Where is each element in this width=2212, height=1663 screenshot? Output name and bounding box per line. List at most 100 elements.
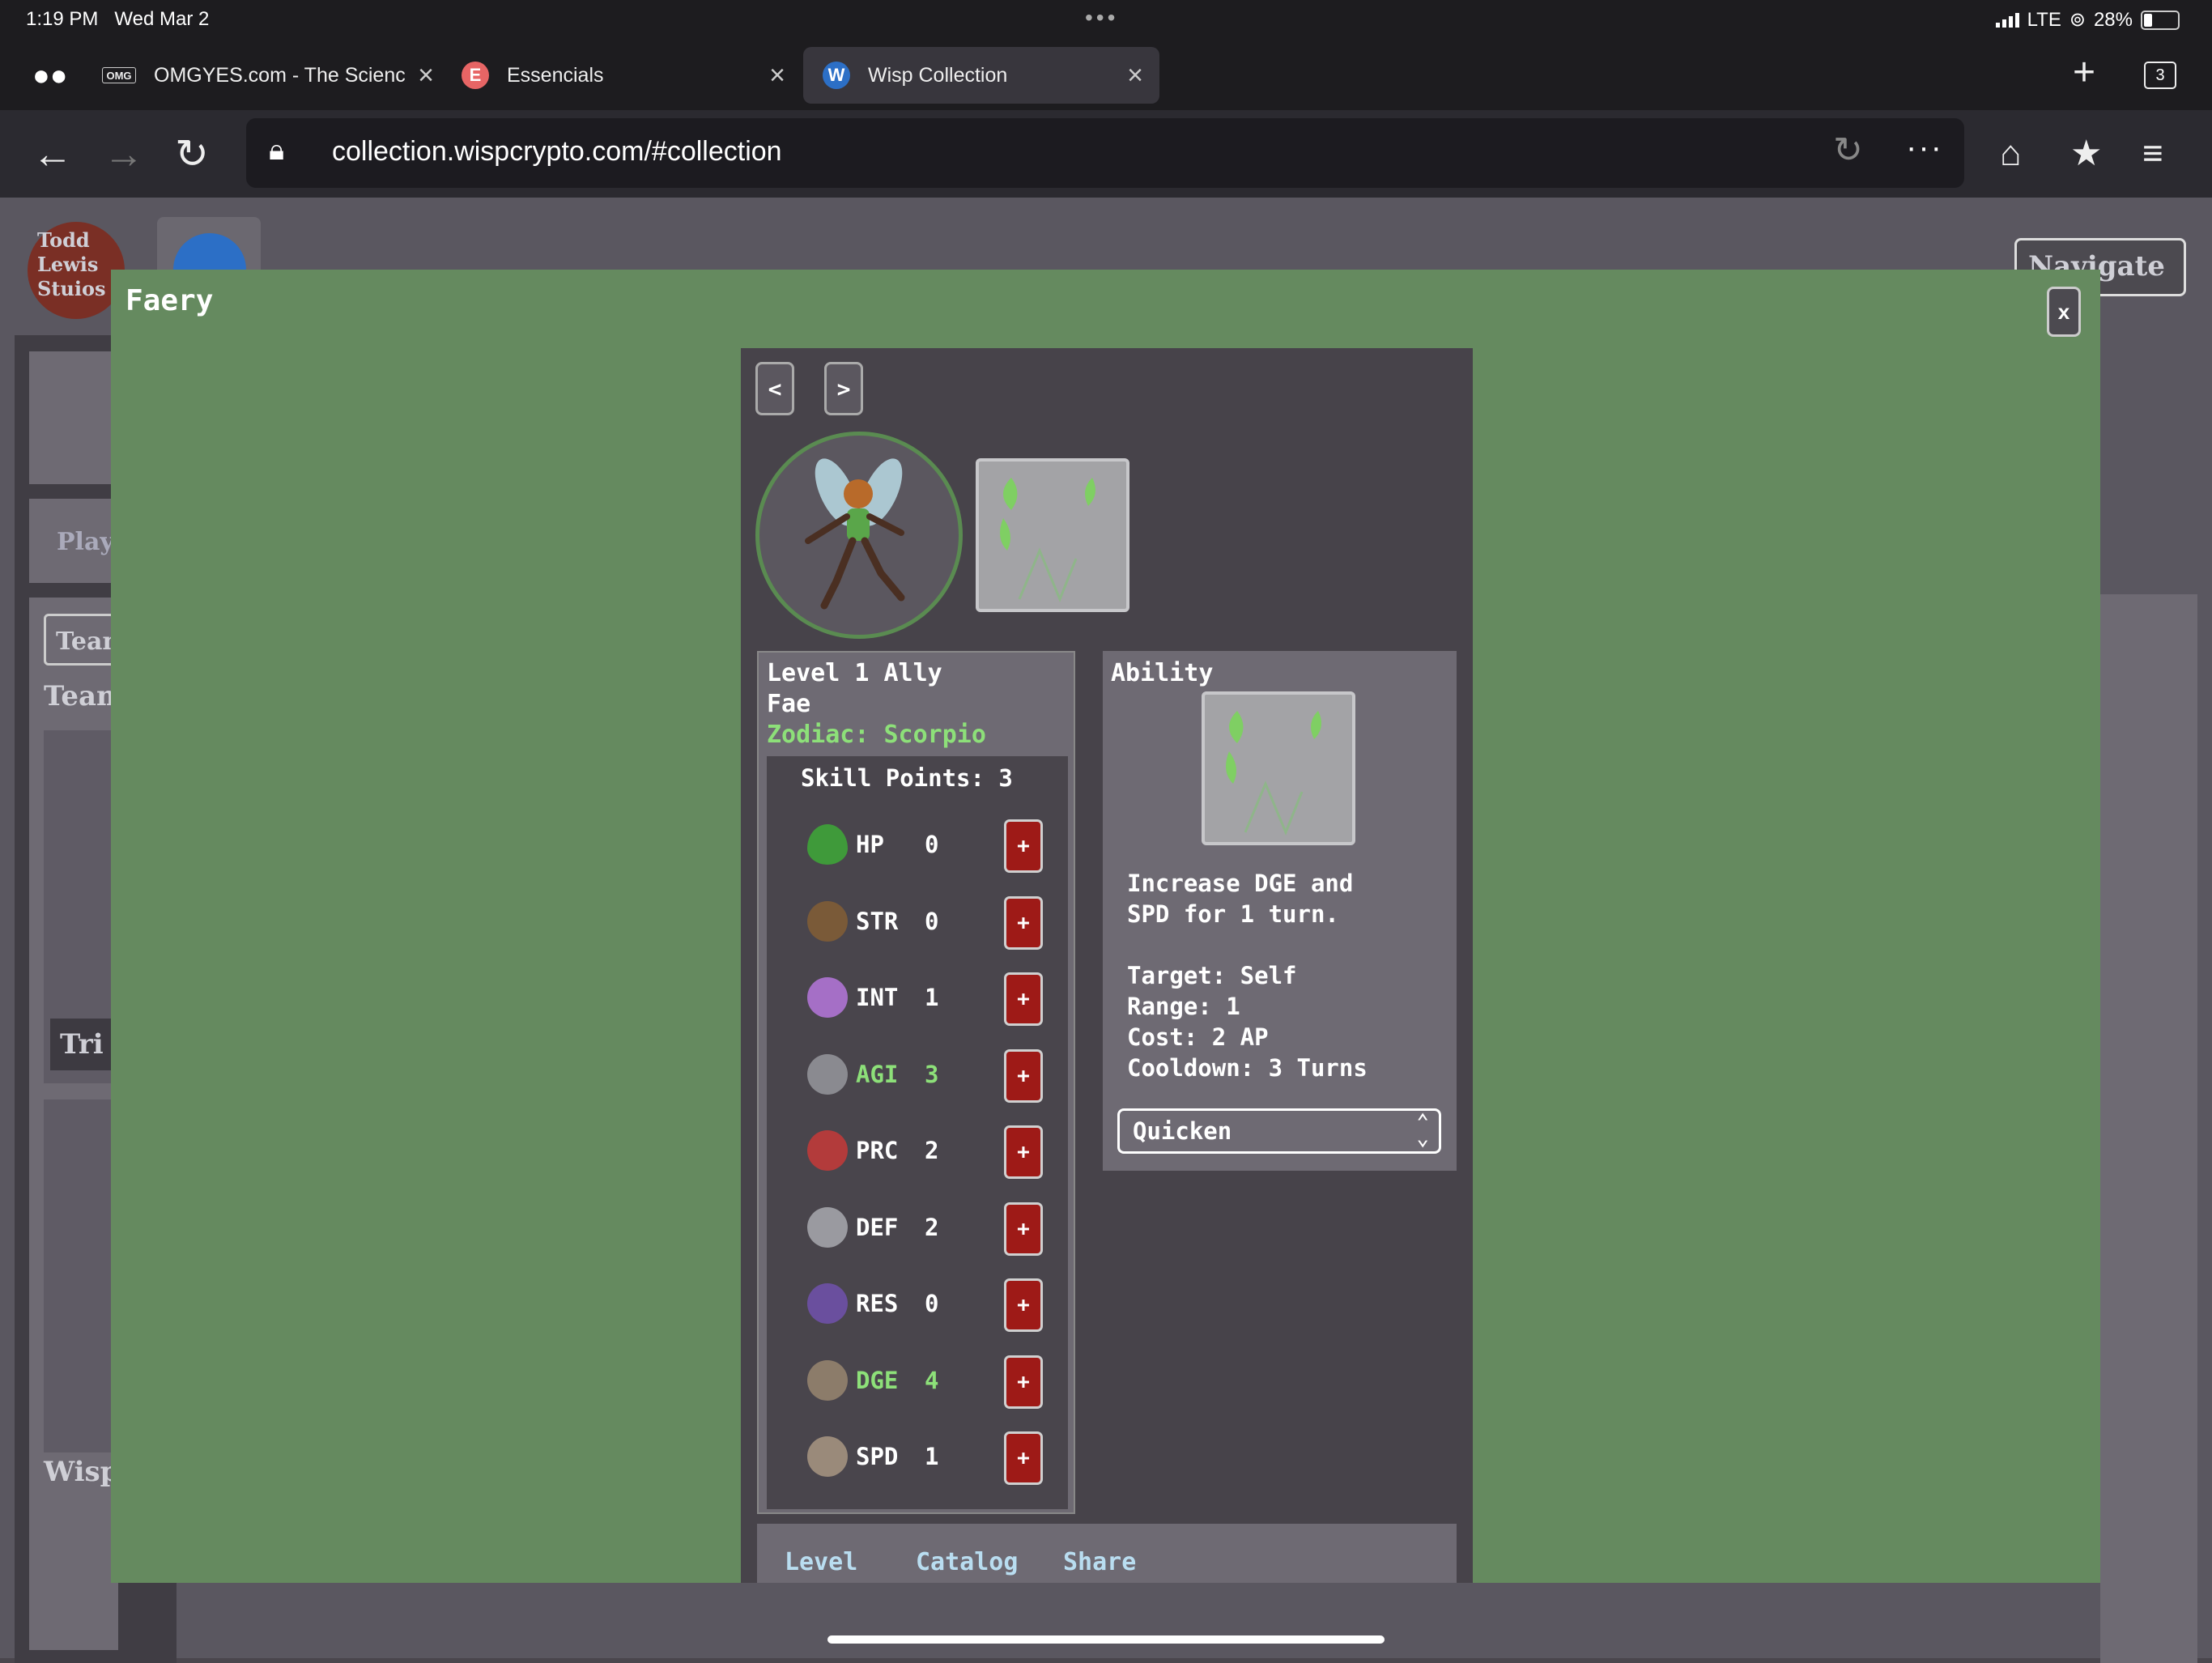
forward-arrow-icon[interactable]: → bbox=[104, 131, 144, 177]
stat-row-def: DEF 2 + bbox=[767, 1188, 1068, 1264]
stat-value: 2 bbox=[925, 1137, 939, 1164]
status-right: LTE ⊚ 28% bbox=[1995, 8, 2180, 32]
url-text: collection.wispcrypto.com/#collection bbox=[332, 136, 782, 167]
stat-row-res: RES 0 + bbox=[767, 1264, 1068, 1340]
stat-row-int: INT 1 + bbox=[767, 958, 1068, 1034]
stat-value: 1 bbox=[925, 1443, 939, 1470]
next-wisp-button[interactable]: > bbox=[824, 362, 863, 415]
stat-name: STR bbox=[856, 907, 899, 935]
prev-wisp-button[interactable]: < bbox=[755, 362, 794, 415]
close-tab-icon[interactable]: × bbox=[418, 60, 434, 91]
add-int-button[interactable]: + bbox=[1004, 972, 1043, 1026]
panel-tabs: Level Catalog Share bbox=[757, 1524, 1457, 1583]
lock-icon: 🔒︎ bbox=[269, 133, 285, 166]
reload-icon[interactable]: ↻ bbox=[175, 131, 209, 177]
tab-essencials[interactable]: E Essencials × bbox=[462, 47, 785, 104]
int-brain-icon bbox=[807, 977, 848, 1018]
spd-boot-icon bbox=[807, 1436, 848, 1477]
ability-desc-2: SPD for 1 turn. bbox=[1127, 900, 1339, 928]
stat-name: DGE bbox=[856, 1366, 899, 1394]
orientation-lock-icon: ⊚ bbox=[2069, 9, 2086, 31]
faery-figure-icon bbox=[805, 458, 905, 610]
level-line: Level 1 Ally bbox=[767, 659, 942, 687]
add-agi-button[interactable]: + bbox=[1004, 1048, 1043, 1103]
stat-value: 0 bbox=[925, 831, 939, 858]
add-prc-button[interactable]: + bbox=[1004, 1125, 1043, 1179]
home-indicator[interactable] bbox=[827, 1635, 1385, 1644]
private-mode-icon[interactable]: ●● bbox=[32, 58, 68, 92]
ability-select-value: Quicken bbox=[1133, 1117, 1232, 1145]
zodiac-line: Zodiac: Scorpio bbox=[767, 721, 986, 749]
stat-name: SPD bbox=[856, 1443, 899, 1470]
stat-name: PRC bbox=[856, 1137, 899, 1164]
close-tab-icon[interactable]: × bbox=[1127, 60, 1143, 91]
page-actions-icon[interactable]: ··· bbox=[1906, 130, 1943, 166]
ability-thumbnail[interactable] bbox=[976, 458, 1129, 612]
address-bar[interactable]: 🔒︎ collection.wispcrypto.com/#collection… bbox=[246, 118, 1964, 188]
bookmarks-star-icon[interactable]: ★ bbox=[2070, 131, 2102, 177]
faery-portrait bbox=[755, 432, 963, 639]
add-dge-button[interactable]: + bbox=[1004, 1355, 1043, 1409]
wisp-panel: < > Level 1 Ally Fae Zodiac: Scorpio Ski… bbox=[741, 348, 1473, 1583]
close-button[interactable]: x bbox=[2047, 287, 2081, 337]
ability-select[interactable]: Quicken ⌃ ⌄ bbox=[1117, 1108, 1441, 1154]
tab-count-button[interactable]: 3 bbox=[2144, 62, 2176, 89]
home-icon[interactable]: ⌂ bbox=[2000, 131, 2022, 177]
add-hp-button[interactable]: + bbox=[1004, 819, 1043, 873]
stat-name: HP bbox=[856, 831, 884, 858]
tab-level[interactable]: Level bbox=[785, 1548, 857, 1576]
close-tab-icon[interactable]: × bbox=[769, 60, 785, 91]
stat-name: DEF bbox=[856, 1213, 899, 1241]
essencials-favicon-icon: E bbox=[462, 62, 489, 89]
status-time: 1:19 PM Wed Mar 2 bbox=[26, 8, 210, 30]
tab-catalog[interactable]: Catalog bbox=[916, 1548, 1018, 1576]
add-spd-button[interactable]: + bbox=[1004, 1431, 1043, 1485]
background-right-panel bbox=[2100, 594, 2197, 1663]
stat-row-spd: SPD 1 + bbox=[767, 1417, 1068, 1493]
navigation-bar: ← → ↻ 🔒︎ collection.wispcrypto.com/#coll… bbox=[0, 110, 2212, 198]
battery-percent: 28% bbox=[2093, 8, 2133, 31]
network-label: LTE bbox=[2027, 8, 2061, 31]
status-bar: 1:19 PM Wed Mar 2 ••• LTE ⊚ 28% bbox=[0, 0, 2212, 40]
site-reload-icon[interactable]: ↻ bbox=[1833, 130, 1863, 171]
close-label: x bbox=[2057, 299, 2070, 324]
tab-bar: ●● OMG OMGYES.com - The Science × E Esse… bbox=[0, 40, 2212, 110]
play-label: Play bbox=[57, 528, 114, 556]
def-shield-icon bbox=[807, 1206, 848, 1248]
new-tab-icon[interactable]: + bbox=[2073, 50, 2095, 95]
stat-name: INT bbox=[856, 984, 899, 1011]
stat-list: Skill Points: 3 HP 0 + STR 0 + INT 1 + AGI 3 + PRC 2 +… bbox=[767, 756, 1068, 1509]
play-button[interactable]: Play bbox=[29, 499, 118, 583]
modal-title: Faery bbox=[125, 284, 214, 317]
stat-row-str: STR 0 + bbox=[767, 882, 1068, 958]
str-arm-icon bbox=[807, 900, 848, 942]
ability-box: Ability Increase DGE and SPD for 1 turn.… bbox=[1103, 651, 1457, 1171]
chevron-updown-icon: ⌃ ⌄ bbox=[1416, 1110, 1429, 1150]
next-label: > bbox=[836, 375, 851, 402]
multitask-dots-icon[interactable]: ••• bbox=[1085, 5, 1118, 31]
leaves-icon bbox=[1000, 478, 1095, 602]
stat-row-dge: DGE 4 + bbox=[767, 1341, 1068, 1417]
stat-value: 3 bbox=[925, 1060, 939, 1088]
tab-count: 3 bbox=[2155, 66, 2165, 84]
prc-crosshair-icon bbox=[807, 1130, 848, 1171]
tab-wisp-collection[interactable]: W Wisp Collection × bbox=[803, 47, 1159, 104]
add-str-button[interactable]: + bbox=[1004, 895, 1043, 950]
stat-row-agi: AGI 3 + bbox=[767, 1035, 1068, 1111]
tab-omgyes[interactable]: OMG OMGYES.com - The Science × bbox=[102, 47, 434, 104]
stat-name: RES bbox=[856, 1290, 899, 1317]
menu-icon[interactable]: ≡ bbox=[2142, 131, 2163, 177]
add-res-button[interactable]: + bbox=[1004, 1278, 1043, 1332]
ability-cost: Cost: 2 AP bbox=[1127, 1023, 1269, 1051]
stat-row-prc: PRC 2 + bbox=[767, 1111, 1068, 1187]
add-def-button[interactable]: + bbox=[1004, 1202, 1043, 1256]
tab-label: Wisp Collection bbox=[868, 63, 1008, 87]
prev-label: < bbox=[768, 375, 782, 402]
stat-value: 1 bbox=[925, 984, 939, 1011]
studio-name: Todd Lewis Stuios bbox=[37, 228, 106, 300]
tab-share[interactable]: Share bbox=[1063, 1548, 1136, 1576]
avatar-card[interactable] bbox=[29, 351, 118, 484]
back-arrow-icon[interactable]: ← bbox=[32, 131, 73, 177]
tri-label: Tri bbox=[60, 1028, 104, 1061]
stat-row-hp: HP 0 + bbox=[767, 805, 1068, 881]
